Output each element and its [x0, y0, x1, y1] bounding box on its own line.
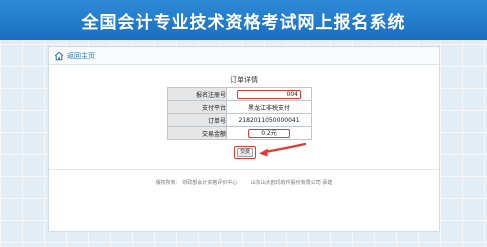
transaction-amount-cell: 0.2元 — [226, 126, 312, 140]
registration-number-cell: 004 — [226, 87, 312, 101]
main-panel: 返回主页 订单详情 报名注册号 004 支付平台 黑龙江非税支付 订单号 218… — [48, 46, 440, 232]
table-row: 支付平台 黑龙江非税支付 — [167, 100, 312, 114]
transaction-amount-value: 0.2元 — [248, 128, 290, 138]
payment-platform-label: 支付平台 — [167, 100, 227, 114]
footer-developer: 山东山大鸥玛软件股份有限公司 承建 — [250, 180, 333, 186]
payment-platform-value: 黑龙江非税支付 — [226, 100, 312, 114]
page-title: 全国会计专业技术资格考试网上报名系统 — [81, 13, 406, 33]
table-row: 订单号 2182011050000041 — [167, 113, 312, 127]
transaction-amount-label: 交易金额 — [167, 126, 227, 140]
footer-divider — [49, 169, 439, 170]
order-number-label: 订单号 — [167, 113, 227, 127]
table-row: 交易金额 0.2元 — [167, 126, 312, 140]
footer-copyright: 版权所有： 财政部会计资格评价中心 — [155, 180, 238, 186]
pay-button-highlight: 交费 — [234, 146, 256, 159]
red-arrow-icon — [259, 142, 307, 157]
breadcrumb: 返回主页 — [49, 47, 439, 65]
pay-button[interactable]: 交费 — [237, 148, 253, 157]
home-link-label: 返回主页 — [67, 52, 95, 60]
footer: 版权所有： 财政部会计资格评价中心 山东山大鸥玛软件股份有限公司 承建 — [49, 179, 439, 186]
order-number-value: 2182011050000041 — [226, 113, 312, 127]
table-row: 报名注册号 004 — [167, 87, 312, 101]
order-detail-title: 订单详情 — [230, 76, 258, 84]
registration-number-label: 报名注册号 — [167, 87, 227, 101]
header-banner: 全国会计专业技术资格考试网上报名系统 — [0, 0, 487, 40]
order-detail-table: 报名注册号 004 支付平台 黑龙江非税支付 订单号 2182011050000… — [167, 87, 312, 140]
home-link[interactable]: 返回主页 — [54, 50, 95, 62]
home-icon — [54, 51, 64, 61]
registration-number-value: 004 — [237, 89, 301, 99]
